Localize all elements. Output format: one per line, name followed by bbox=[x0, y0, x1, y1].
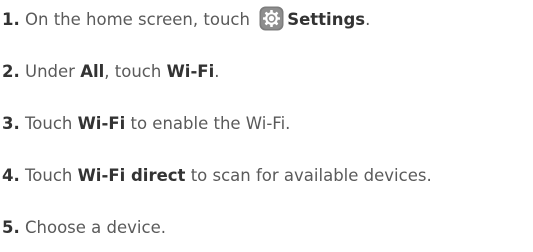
step-number: 2. bbox=[2, 62, 20, 81]
step-text-end: . bbox=[365, 10, 371, 29]
step-text: On the home screen, touch bbox=[25, 10, 250, 29]
step-text: , touch bbox=[104, 62, 162, 81]
step-text-end: to scan for available devices. bbox=[190, 166, 432, 185]
step-text: Touch bbox=[25, 166, 73, 185]
settings-label: Settings bbox=[287, 10, 366, 29]
step-number: 3. bbox=[2, 114, 20, 133]
step-text-end: to enable the Wi-Fi. bbox=[130, 114, 291, 133]
step-number: 1. bbox=[2, 10, 20, 29]
step-1: 1. On the home screen, touch Settings. bbox=[2, 6, 370, 34]
step-4: 4. Touch Wi-Fi direct to scan for availa… bbox=[2, 162, 432, 190]
step-3: 3. Touch Wi-Fi to enable the Wi-Fi. bbox=[2, 110, 290, 138]
wifi-label: Wi-Fi bbox=[166, 62, 215, 81]
wifi-direct-label: Wi-Fi direct bbox=[77, 166, 186, 185]
wifi-label: Wi-Fi bbox=[77, 114, 126, 133]
settings-gear-icon bbox=[259, 6, 284, 31]
instruction-steps: 1. On the home screen, touch Settings. 2… bbox=[0, 0, 533, 252]
step-number: 5. bbox=[2, 218, 20, 237]
step-text: Choose a device. bbox=[25, 218, 166, 237]
step-text: Touch bbox=[25, 114, 73, 133]
step-number: 4. bbox=[2, 166, 20, 185]
step-text-end: . bbox=[214, 62, 220, 81]
step-5: 5. Choose a device. bbox=[2, 214, 166, 242]
all-label: All bbox=[80, 62, 105, 81]
step-text: Under bbox=[25, 62, 75, 81]
step-2: 2. Under All, touch Wi-Fi. bbox=[2, 58, 219, 86]
